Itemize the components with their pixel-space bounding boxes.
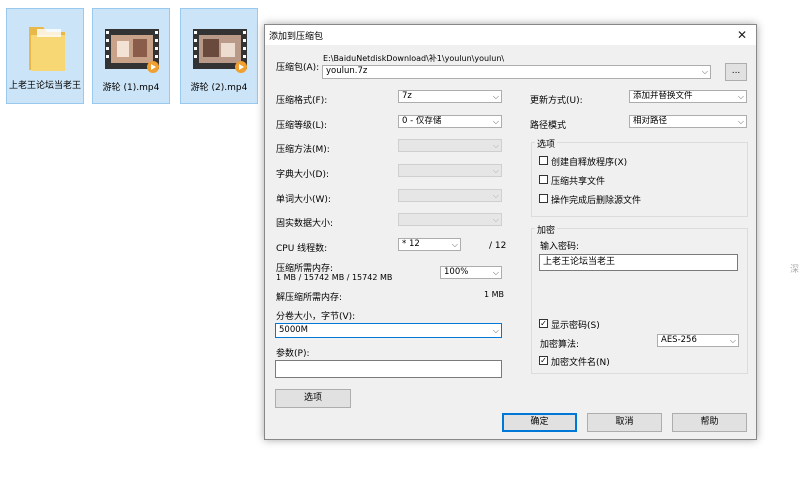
method-label: 压缩方法(M): <box>276 145 330 155</box>
enc-method-label: 加密算法: <box>540 340 580 350</box>
enc-filenames-checkbox[interactable]: ✓ <box>539 356 548 365</box>
sfx-checkbox[interactable] <box>539 156 548 165</box>
desktop-icon-label: 游轮 (2).mp4 <box>190 83 248 93</box>
update-value: 添加并替换文件 <box>633 91 693 101</box>
show-password-checkbox[interactable]: ✓ <box>539 319 548 328</box>
volume-combo[interactable]: 5000M ⌵ <box>275 323 502 338</box>
enc-method-value: AES-256 <box>661 335 697 345</box>
desktop-icon-label: 游轮 (1).mp4 <box>102 83 160 93</box>
encryption-group-title: 加密 <box>535 223 558 236</box>
params-input[interactable] <box>275 360 502 378</box>
level-label: 压缩等级(L): <box>276 121 328 131</box>
mem-percent-value: 100% <box>444 267 469 277</box>
browse-button[interactable]: ... <box>725 63 747 81</box>
archive-label: 压缩包(A): <box>276 63 320 73</box>
chevron-down-icon: ⌵ <box>737 92 744 101</box>
chevron-down-icon: ⌵ <box>729 336 736 345</box>
mem-decomp-label: 解压缩所需内存: <box>276 293 343 303</box>
format-value: 7z <box>402 91 412 101</box>
dict-label: 字典大小(D): <box>276 170 329 180</box>
delete-checkbox[interactable] <box>539 194 548 203</box>
password-label: 输入密码: <box>540 242 580 252</box>
folder-icon <box>29 27 65 71</box>
params-label: 参数(P): <box>276 349 310 359</box>
chevron-down-icon: ⌵ <box>492 117 499 126</box>
close-icon[interactable]: ✕ <box>728 25 756 45</box>
archive-name-value: youlun.7z <box>326 66 368 76</box>
solid-combo: ⌵ <box>398 213 502 226</box>
chevron-down-icon: ⌵ <box>737 117 744 126</box>
shared-checkbox[interactable] <box>539 175 548 184</box>
help-button[interactable]: 帮助 <box>672 413 747 432</box>
edge-text: 深 <box>790 265 800 275</box>
solid-label: 固实数据大小: <box>276 219 334 229</box>
format-combo[interactable]: 7z ⌵ <box>398 90 502 103</box>
level-combo[interactable]: 0 - 仅存储 ⌵ <box>398 115 502 128</box>
cpu-value: * 12 <box>402 239 420 249</box>
cpu-label: CPU 线程数: <box>276 244 328 254</box>
delete-label: 操作完成后删除源文件 <box>551 196 642 206</box>
pathmode-value: 相对路径 <box>633 116 668 126</box>
chevron-down-icon: ⌵ <box>492 166 499 175</box>
volume-value: 5000M <box>279 325 308 335</box>
desktop-video-item-2[interactable]: 游轮 (2).mp4 <box>180 8 258 104</box>
volume-label: 分卷大小，字节(V): <box>276 312 356 322</box>
cancel-button[interactable]: 取消 <box>587 413 662 432</box>
chevron-down-icon: ⌵ <box>492 141 499 150</box>
video-file-icon <box>193 29 247 73</box>
chevron-down-icon: ⌵ <box>492 215 499 224</box>
show-password-label: 显示密码(S) <box>551 321 600 331</box>
chevron-down-icon: ⌵ <box>701 67 708 76</box>
title-bar[interactable]: 添加到压缩包 ✕ <box>265 25 756 45</box>
password-input[interactable]: 上老王论坛当老王 <box>539 254 738 271</box>
cpu-combo[interactable]: * 12 ⌵ <box>398 238 461 251</box>
options-group-title: 选项 <box>535 137 558 150</box>
desktop-icon-label: 上老王论坛当老王 <box>8 81 81 91</box>
enc-method-combo[interactable]: AES-256 ⌵ <box>657 334 739 347</box>
desktop-video-item-1[interactable]: 游轮 (1).mp4 <box>92 8 170 104</box>
enc-filenames-label: 加密文件名(N) <box>551 358 610 368</box>
archive-path: E:\BaiduNetdiskDownload\补1\youlun\youlun… <box>323 54 505 63</box>
archive-name-combo[interactable]: youlun.7z ⌵ <box>322 65 711 79</box>
dialog-title: 添加到压缩包 <box>269 32 324 42</box>
level-value: 0 - 仅存储 <box>402 116 442 126</box>
add-to-archive-dialog: 添加到压缩包 ✕ 压缩包(A): E:\BaiduNetdiskDownload… <box>264 24 757 440</box>
mem-percent-combo[interactable]: 100% ⌵ <box>440 266 502 279</box>
word-combo: ⌵ <box>398 189 502 202</box>
update-combo[interactable]: 添加并替换文件 ⌵ <box>629 90 747 103</box>
chevron-down-icon: ⌵ <box>451 240 458 249</box>
chevron-down-icon: ⌵ <box>492 191 499 200</box>
cpu-total: / 12 <box>489 241 507 251</box>
update-label: 更新方式(U): <box>530 96 583 106</box>
chevron-down-icon: ⌵ <box>492 268 499 277</box>
sfx-label: 创建自释放程序(X) <box>551 158 628 168</box>
method-combo: ⌵ <box>398 139 502 152</box>
mem-decomp-value: 1 MB <box>484 290 505 299</box>
chevron-down-icon: ⌵ <box>492 326 499 335</box>
dict-combo: ⌵ <box>398 164 502 177</box>
options-button[interactable]: 选项 <box>275 389 351 408</box>
chevron-down-icon: ⌵ <box>492 92 499 101</box>
desktop-folder-icon-item[interactable]: 上老王论坛当老王 <box>6 8 84 104</box>
shared-label: 压缩共享文件 <box>551 177 606 187</box>
video-file-icon <box>105 29 159 73</box>
mem-comp-value: 1 MB / 15742 MB / 15742 MB <box>276 273 393 282</box>
word-label: 单词大小(W): <box>276 195 331 205</box>
ok-button[interactable]: 确定 <box>502 413 577 432</box>
pathmode-combo[interactable]: 相对路径 ⌵ <box>629 115 747 128</box>
format-label: 压缩格式(F): <box>276 96 328 106</box>
pathmode-label: 路径模式 <box>530 121 567 131</box>
